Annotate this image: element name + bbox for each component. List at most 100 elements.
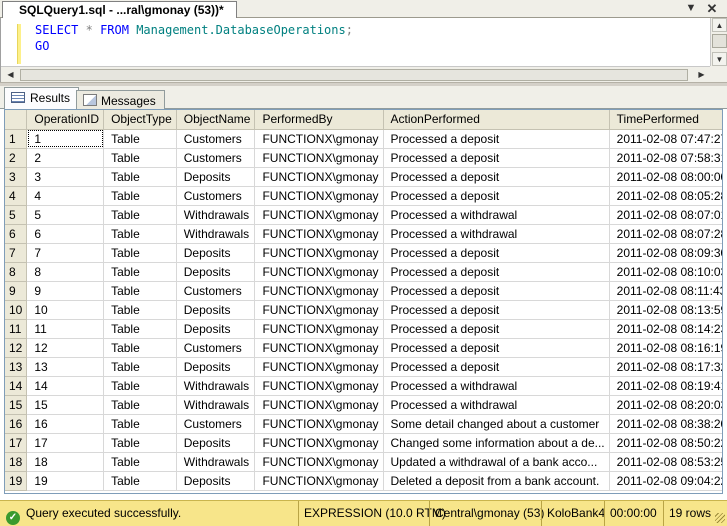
grid-cell[interactable]: FUNCTIONX\gmonay — [254, 452, 384, 472]
grid-cell[interactable]: FUNCTIONX\gmonay — [254, 148, 384, 168]
grid-cell[interactable]: 7 — [26, 243, 105, 263]
grid-cell[interactable]: 2011-02-08 08:38:20.500 — [609, 414, 722, 434]
row-number[interactable]: 17 — [5, 433, 28, 453]
table-row[interactable]: 9 9 Table Customers FUNCTIONX\gmonay Processe… — [5, 281, 722, 301]
grid-cell[interactable]: 2011-02-08 08:11:43.320 — [609, 281, 722, 301]
grid-cell[interactable]: Table — [103, 471, 177, 491]
grid-cell[interactable]: Customers — [176, 148, 256, 168]
table-row[interactable]: 6 6 Table Withdrawals FUNCTIONX\gmonay Proces… — [5, 224, 722, 244]
grid-cell[interactable]: 2011-02-08 08:00:00.280 — [609, 167, 722, 187]
grid-cell[interactable]: Deposits — [176, 300, 256, 320]
grid-cell[interactable]: Processed a deposit — [383, 243, 610, 263]
grid-cell[interactable]: Processed a deposit — [383, 262, 610, 282]
grid-cell[interactable]: Processed a deposit — [383, 319, 610, 339]
grid-cell[interactable]: Table — [103, 148, 177, 168]
grid-cell[interactable]: Some detail changed about a customer — [383, 414, 610, 434]
table-row[interactable]: 7 7 Table Deposits FUNCTIONX\gmonay Processed… — [5, 243, 722, 263]
sql-code[interactable]: SELECT * FROM Management.DatabaseOperati… — [35, 22, 353, 54]
grid-cell[interactable]: Customers — [176, 281, 256, 301]
grid-cell[interactable]: FUNCTIONX\gmonay — [254, 414, 384, 434]
grid-cell[interactable]: Customers — [176, 338, 256, 358]
grid-cell[interactable]: 11 — [26, 319, 105, 339]
scroll-right-icon[interactable]: ▶ — [694, 68, 709, 82]
grid-cell[interactable]: Changed some information about a de... — [383, 433, 610, 453]
grid-cell[interactable]: 2011-02-08 08:13:59.677 — [609, 300, 722, 320]
grid-cell[interactable]: Table — [103, 433, 177, 453]
grid-cell[interactable]: 6 — [26, 224, 105, 244]
grid-cell[interactable]: 15 — [26, 395, 105, 415]
grid-cell[interactable]: Deposits — [176, 357, 256, 377]
grid-cell[interactable]: FUNCTIONX\gmonay — [254, 224, 384, 244]
grid-cell[interactable]: Table — [103, 262, 177, 282]
grid-cell[interactable]: Table — [103, 224, 177, 244]
grid-cell[interactable]: 2011-02-08 08:50:22.393 — [609, 433, 722, 453]
grid-cell[interactable]: 4 — [26, 186, 105, 206]
grid-cell[interactable]: Table — [103, 319, 177, 339]
scroll-up-icon[interactable]: ▲ — [712, 18, 727, 32]
grid-cell[interactable]: FUNCTIONX\gmonay — [254, 433, 384, 453]
grid-cell[interactable]: 12 — [26, 338, 105, 358]
grid-cell[interactable]: Table — [103, 414, 177, 434]
grid-cell[interactable]: FUNCTIONX\gmonay — [254, 243, 384, 263]
column-header[interactable]: ObjectName — [176, 110, 256, 130]
grid-cell[interactable]: Table — [103, 338, 177, 358]
table-row[interactable]: 11 11 Table Deposits FUNCTIONX\gmonay Process… — [5, 319, 722, 339]
editor-vertical-scrollbar[interactable]: ▲ ▼ — [710, 18, 727, 66]
grid-cell[interactable]: Table — [103, 395, 177, 415]
grid-cell[interactable]: Table — [103, 281, 177, 301]
grid-cell[interactable]: 2011-02-08 07:58:31.663 — [609, 148, 722, 168]
tab-messages[interactable]: Messages — [76, 90, 165, 109]
column-header[interactable]: TimePerformed — [609, 110, 722, 130]
row-number[interactable]: 6 — [5, 224, 28, 244]
grid-cell[interactable]: Processed a withdrawal — [383, 376, 610, 396]
grid-cell[interactable]: FUNCTIONX\gmonay — [254, 205, 384, 225]
grid-cell[interactable]: Table — [103, 376, 177, 396]
table-row[interactable]: 19 19 Table Deposits FUNCTIONX\gmonay Deleted… — [5, 471, 722, 491]
grid-cell[interactable]: 17 — [26, 433, 105, 453]
row-number[interactable]: 12 — [5, 338, 28, 358]
grid-cell[interactable]: FUNCTIONX\gmonay — [254, 471, 384, 491]
grid-cell[interactable]: 16 — [26, 414, 105, 434]
grid-cell[interactable]: 2011-02-08 08:09:30.720 — [609, 243, 722, 263]
table-row[interactable]: 2 2 Table Customers FUNCTIONX\gmonay Processe… — [5, 148, 722, 168]
grid-cell[interactable]: 2011-02-08 07:47:27.170 — [609, 129, 722, 149]
grid-cell[interactable]: FUNCTIONX\gmonay — [254, 262, 384, 282]
grid-cell[interactable]: Withdrawals — [176, 452, 256, 472]
grid-cell[interactable]: 14 — [26, 376, 105, 396]
grid-cell[interactable]: 2011-02-08 08:19:41.983 — [609, 376, 722, 396]
table-row[interactable]: 3 3 Table Deposits FUNCTIONX\gmonay Processed… — [5, 167, 722, 187]
grid-cell[interactable]: 1 — [26, 129, 105, 149]
grid-cell[interactable]: Processed a withdrawal — [383, 395, 610, 415]
grid-cell[interactable]: FUNCTIONX\gmonay — [254, 395, 384, 415]
grid-cell[interactable]: FUNCTIONX\gmonay — [254, 186, 384, 206]
grid-cell[interactable]: Withdrawals — [176, 205, 256, 225]
resize-grip-icon[interactable] — [715, 513, 725, 523]
grid-cell[interactable]: Table — [103, 129, 177, 149]
grid-cell[interactable]: 9 — [26, 281, 105, 301]
row-number[interactable]: 16 — [5, 414, 28, 434]
grid-cell[interactable]: Processed a deposit — [383, 186, 610, 206]
grid-cell[interactable]: Table — [103, 205, 177, 225]
row-number[interactable]: 9 — [5, 281, 28, 301]
grid-cell[interactable]: FUNCTIONX\gmonay — [254, 300, 384, 320]
column-header[interactable]: ObjectType — [103, 110, 177, 130]
scroll-left-icon[interactable]: ◀ — [3, 68, 18, 82]
grid-cell[interactable]: Processed a deposit — [383, 357, 610, 377]
grid-cell[interactable]: Table — [103, 300, 177, 320]
grid-cell[interactable]: FUNCTIONX\gmonay — [254, 167, 384, 187]
row-number[interactable]: 19 — [5, 471, 28, 491]
scroll-down-icon[interactable]: ▼ — [712, 52, 727, 66]
grid-cell[interactable]: 2011-02-08 08:20:03.870 — [609, 395, 722, 415]
grid-cell[interactable]: FUNCTIONX\gmonay — [254, 129, 384, 149]
horizontal-scroll-thumb[interactable] — [20, 69, 688, 81]
grid-cell[interactable]: Processed a deposit — [383, 129, 610, 149]
pin-icon[interactable]: ▼ — [683, 1, 699, 16]
grid-cell[interactable]: 2011-02-08 08:17:32.407 — [609, 357, 722, 377]
grid-cell[interactable]: Deposits — [176, 319, 256, 339]
grid-cell[interactable]: Customers — [176, 414, 256, 434]
results-grid[interactable]: OperationID ObjectType ObjectName Perfor… — [4, 109, 723, 494]
grid-cell[interactable]: 2011-02-08 08:05:28.523 — [609, 186, 722, 206]
grid-cell[interactable]: Updated a withdrawal of a bank acco... — [383, 452, 610, 472]
row-number[interactable]: 1 — [5, 129, 28, 149]
grid-cell[interactable]: 8 — [26, 262, 105, 282]
